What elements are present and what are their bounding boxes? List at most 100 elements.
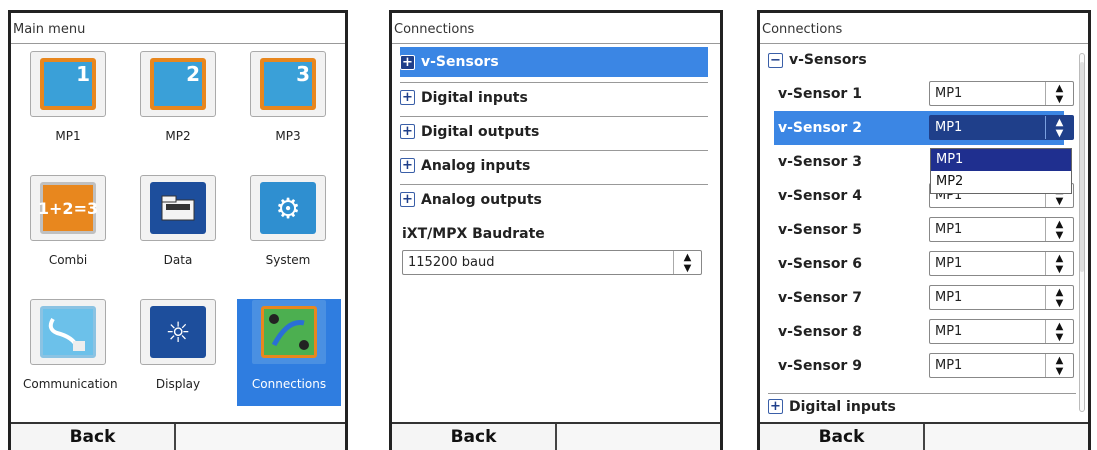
tree-item-v-sensors[interactable]: − v-Sensors [768,47,1076,73]
screen-title: Connections [394,22,475,37]
expand-icon[interactable]: + [768,399,783,414]
main-menu-screen: Main menu 1 MP1 2 MP2 3 MP3 1+2=3 Combi … [8,10,348,450]
back-button[interactable]: Back [11,424,176,450]
expand-icon[interactable]: + [400,90,415,105]
tree-item-label: Analog inputs [421,157,531,174]
select-value: MP1 [935,256,963,271]
tree-item-v-sensors[interactable]: + v-Sensors [400,47,708,77]
v-sensor-label: v-Sensor 8 [778,324,862,340]
tree-item-digital-inputs[interactable]: + Digital inputs [400,82,708,112]
v-sensor-row-selected[interactable]: v-Sensor 2 MP1 ▲ ▼ [774,111,1074,145]
tile-frame: ⚙ [250,175,326,241]
v-sensor-row[interactable]: v-Sensor 6 MP1 ▲ ▼ [774,247,1074,281]
tree-item-label: Digital outputs [421,123,540,140]
tree-item-digital-outputs[interactable]: + Digital outputs [400,116,708,146]
v-sensor-label: v-Sensor 2 [778,120,862,136]
softkey-right[interactable] [925,424,1088,450]
expand-icon[interactable]: + [400,192,415,207]
dropdown-option[interactable]: MP2 [931,171,1071,193]
scrollbar-thumb[interactable] [1080,62,1084,272]
v-sensor-select[interactable]: MP1 ▲▼ [929,319,1074,344]
collapse-icon[interactable]: − [768,52,783,68]
tile-label: MP2 [165,129,191,143]
select-value: MP1 [935,324,963,339]
v-sensor-select[interactable]: MP1 ▲▼ [929,285,1074,310]
spinner-icon[interactable]: ▲▼ [1045,286,1073,309]
tile-frame: 2 [140,51,216,117]
dropdown-option[interactable]: MP1 [931,149,1071,171]
footer-bar: Back [11,422,345,450]
v-sensor-select[interactable]: MP1 ▲▼ [929,251,1074,276]
tree-item-label: v-Sensors [789,52,867,68]
spinner-icon[interactable]: ▲▼ [1045,218,1073,241]
tile-mp2[interactable]: 2 MP2 [133,51,223,143]
select-value: MP1 [935,222,963,237]
v-sensor-row[interactable]: v-Sensor 9 MP1 ▲ ▼ [774,349,1074,383]
mp2-icon: 2 [150,58,206,110]
spinner-icon[interactable]: ▲▼ [1045,82,1073,105]
tree-item-label: Digital inputs [789,398,896,415]
folder-icon [150,182,206,234]
spinner-icon[interactable]: ▲▼ [673,251,701,274]
connections-expanded-screen: Connections − v-Sensors v-Sensor 1 MP1 ▲ ▼… [757,10,1091,450]
tile-label: Data [163,253,193,267]
v-sensor-label: v-Sensor 9 [778,358,862,374]
tree-item-label: Analog outputs [421,191,542,208]
softkey-right[interactable] [176,424,345,450]
cable-icon [40,306,96,358]
v-sensor-row[interactable]: v-Sensor 5 MP1 ▲ ▼ [774,213,1074,247]
tile-system[interactable]: ⚙ System [243,175,333,267]
expand-icon[interactable]: + [400,54,415,70]
screen-title: Main menu [13,22,86,37]
back-button[interactable]: Back [760,424,925,450]
tile-mp3[interactable]: 3 MP3 [243,51,333,143]
tile-frame [30,299,106,365]
v-sensor-row[interactable]: v-Sensor 1 MP1 ▲ ▼ [774,77,1074,111]
tree-item-analog-inputs[interactable]: + Analog inputs [400,150,708,180]
tree-item-label: v-Sensors [421,54,499,70]
header-divider [392,43,720,44]
tile-mp1[interactable]: 1 MP1 [23,51,113,143]
scrollbar[interactable] [1079,53,1085,412]
v-sensor-label: v-Sensor 3 [778,154,862,170]
v-sensor-select[interactable]: MP1 ▲▼ [929,115,1074,140]
tree-item-digital-inputs[interactable]: + Digital inputs [768,393,1076,419]
spinner-icon[interactable]: ▲▼ [1045,252,1073,275]
v-sensor-select[interactable]: MP1 ▲▼ [929,353,1074,378]
tile-label: Display [155,377,201,391]
footer-bar: Back [392,422,720,450]
tile-frame [140,175,216,241]
tile-label: Connections [251,377,327,391]
v-sensor-row[interactable]: v-Sensor 8 MP1 ▲ ▼ [774,315,1074,349]
v-sensor-select[interactable]: MP1 ▲▼ [929,81,1074,106]
spinner-icon[interactable]: ▲▼ [1045,116,1073,139]
spinner-icon[interactable]: ▲▼ [1045,320,1073,343]
v-sensor-dropdown-list[interactable]: MP1 MP2 [930,148,1072,194]
tile-communication[interactable]: Communication [23,299,118,391]
tile-label: MP3 [275,129,301,143]
tile-connections[interactable]: Connections [237,299,341,406]
baudrate-select[interactable]: 115200 baud ▲ ▼ [402,250,702,275]
tile-frame: 1 [30,51,106,117]
tile-frame: ☼ [140,299,216,365]
combi-icon: 1+2=3 [38,182,98,234]
v-sensor-select[interactable]: MP1 ▲▼ [929,217,1074,242]
spinner-icon[interactable]: ▲▼ [1045,354,1073,377]
v-sensor-row[interactable]: v-Sensor 7 MP1 ▲ ▼ [774,281,1074,315]
tile-combi[interactable]: 1+2=3 Combi [23,175,113,267]
baudrate-label: iXT/MPX Baudrate [402,226,545,242]
select-value: MP1 [935,86,963,101]
v-sensor-label: v-Sensor 5 [778,222,862,238]
v-sensor-label: v-Sensor 1 [778,86,862,102]
tree-item-analog-outputs[interactable]: + Analog outputs [400,184,708,214]
expand-icon[interactable]: + [400,124,415,139]
back-button[interactable]: Back [392,424,557,450]
tile-label: MP1 [55,129,81,143]
expand-icon[interactable]: + [400,158,415,173]
header-divider [11,43,345,44]
softkey-right[interactable] [557,424,720,450]
tile-data[interactable]: Data [133,175,223,267]
tile-display[interactable]: ☼ Display [133,299,223,391]
select-value: 115200 baud [408,255,495,270]
select-value: MP1 [935,290,963,305]
